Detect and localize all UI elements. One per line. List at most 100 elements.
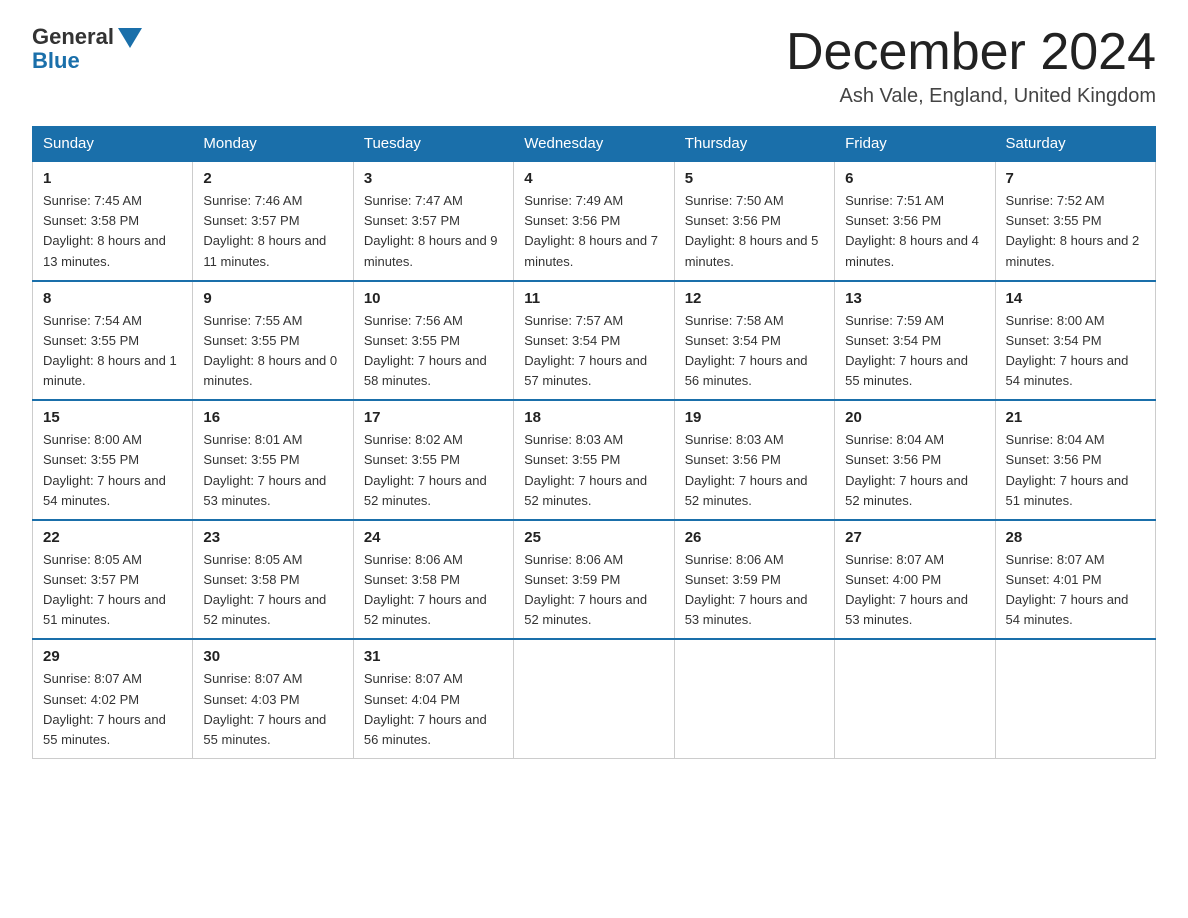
day-info: Sunrise: 8:04 AM Sunset: 3:56 PM Dayligh… [845, 430, 984, 511]
month-title: December 2024 [786, 24, 1156, 81]
sunrise-label: Sunrise: 8:07 AM [845, 552, 944, 567]
sunset-label: Sunset: 3:55 PM [364, 333, 460, 348]
calendar-day-cell: 23 Sunrise: 8:05 AM Sunset: 3:58 PM Dayl… [193, 520, 353, 640]
logo-general-text: General [32, 24, 114, 50]
sunrise-label: Sunrise: 8:00 AM [1006, 313, 1105, 328]
sunrise-label: Sunrise: 8:03 AM [685, 432, 784, 447]
calendar-day-cell: 17 Sunrise: 8:02 AM Sunset: 3:55 PM Dayl… [353, 400, 513, 520]
sunset-label: Sunset: 3:59 PM [685, 572, 781, 587]
daylight-label: Daylight: 7 hours and 52 minutes. [364, 592, 487, 627]
sunset-label: Sunset: 3:54 PM [845, 333, 941, 348]
daylight-label: Daylight: 8 hours and 0 minutes. [203, 353, 337, 388]
day-info: Sunrise: 7:59 AM Sunset: 3:54 PM Dayligh… [845, 311, 984, 392]
sunset-label: Sunset: 3:57 PM [364, 213, 460, 228]
calendar-week-row: 15 Sunrise: 8:00 AM Sunset: 3:55 PM Dayl… [33, 400, 1156, 520]
sunrise-label: Sunrise: 8:06 AM [364, 552, 463, 567]
sunset-label: Sunset: 3:58 PM [43, 213, 139, 228]
header-saturday: Saturday [995, 127, 1155, 162]
day-number: 26 [685, 529, 824, 546]
day-number: 6 [845, 170, 984, 187]
location-title: Ash Vale, England, United Kingdom [786, 85, 1156, 108]
daylight-label: Daylight: 7 hours and 53 minutes. [685, 592, 808, 627]
daylight-label: Daylight: 7 hours and 54 minutes. [43, 473, 166, 508]
calendar-day-cell: 12 Sunrise: 7:58 AM Sunset: 3:54 PM Dayl… [674, 281, 834, 401]
calendar-day-cell: 13 Sunrise: 7:59 AM Sunset: 3:54 PM Dayl… [835, 281, 995, 401]
day-number: 21 [1006, 409, 1145, 426]
calendar-day-cell: 24 Sunrise: 8:06 AM Sunset: 3:58 PM Dayl… [353, 520, 513, 640]
calendar-day-cell: 25 Sunrise: 8:06 AM Sunset: 3:59 PM Dayl… [514, 520, 674, 640]
sunrise-label: Sunrise: 8:05 AM [203, 552, 302, 567]
sunset-label: Sunset: 3:58 PM [364, 572, 460, 587]
calendar-day-cell: 9 Sunrise: 7:55 AM Sunset: 3:55 PM Dayli… [193, 281, 353, 401]
calendar-day-cell: 7 Sunrise: 7:52 AM Sunset: 3:55 PM Dayli… [995, 161, 1155, 281]
daylight-label: Daylight: 7 hours and 51 minutes. [1006, 473, 1129, 508]
day-info: Sunrise: 8:07 AM Sunset: 4:01 PM Dayligh… [1006, 550, 1145, 631]
calendar-day-cell: 5 Sunrise: 7:50 AM Sunset: 3:56 PM Dayli… [674, 161, 834, 281]
daylight-label: Daylight: 7 hours and 56 minutes. [685, 353, 808, 388]
day-number: 10 [364, 290, 503, 307]
day-number: 31 [364, 648, 503, 665]
calendar-day-cell [674, 639, 834, 758]
daylight-label: Daylight: 7 hours and 52 minutes. [364, 473, 487, 508]
daylight-label: Daylight: 7 hours and 55 minutes. [43, 712, 166, 747]
sunset-label: Sunset: 3:56 PM [1006, 452, 1102, 467]
sunset-label: Sunset: 3:55 PM [524, 452, 620, 467]
sunrise-label: Sunrise: 8:00 AM [43, 432, 142, 447]
calendar-day-cell: 4 Sunrise: 7:49 AM Sunset: 3:56 PM Dayli… [514, 161, 674, 281]
day-number: 9 [203, 290, 342, 307]
calendar-day-cell: 10 Sunrise: 7:56 AM Sunset: 3:55 PM Dayl… [353, 281, 513, 401]
sunset-label: Sunset: 3:55 PM [364, 452, 460, 467]
day-info: Sunrise: 7:57 AM Sunset: 3:54 PM Dayligh… [524, 311, 663, 392]
calendar-week-row: 22 Sunrise: 8:05 AM Sunset: 3:57 PM Dayl… [33, 520, 1156, 640]
day-info: Sunrise: 7:55 AM Sunset: 3:55 PM Dayligh… [203, 311, 342, 392]
day-number: 23 [203, 529, 342, 546]
sunrise-label: Sunrise: 8:06 AM [685, 552, 784, 567]
calendar-week-row: 1 Sunrise: 7:45 AM Sunset: 3:58 PM Dayli… [33, 161, 1156, 281]
day-info: Sunrise: 8:03 AM Sunset: 3:56 PM Dayligh… [685, 430, 824, 511]
sunset-label: Sunset: 3:57 PM [203, 213, 299, 228]
daylight-label: Daylight: 7 hours and 53 minutes. [203, 473, 326, 508]
daylight-label: Daylight: 7 hours and 52 minutes. [845, 473, 968, 508]
day-info: Sunrise: 8:01 AM Sunset: 3:55 PM Dayligh… [203, 430, 342, 511]
day-info: Sunrise: 7:56 AM Sunset: 3:55 PM Dayligh… [364, 311, 503, 392]
day-info: Sunrise: 8:02 AM Sunset: 3:55 PM Dayligh… [364, 430, 503, 511]
day-info: Sunrise: 7:49 AM Sunset: 3:56 PM Dayligh… [524, 191, 663, 272]
daylight-label: Daylight: 7 hours and 51 minutes. [43, 592, 166, 627]
calendar-day-cell [514, 639, 674, 758]
day-number: 5 [685, 170, 824, 187]
sunset-label: Sunset: 3:59 PM [524, 572, 620, 587]
header-thursday: Thursday [674, 127, 834, 162]
page-header: General Blue December 2024 Ash Vale, Eng… [32, 24, 1156, 108]
day-info: Sunrise: 7:46 AM Sunset: 3:57 PM Dayligh… [203, 191, 342, 272]
day-number: 3 [364, 170, 503, 187]
sunrise-label: Sunrise: 7:59 AM [845, 313, 944, 328]
sunrise-label: Sunrise: 8:07 AM [43, 671, 142, 686]
day-info: Sunrise: 8:05 AM Sunset: 3:58 PM Dayligh… [203, 550, 342, 631]
calendar-day-cell: 8 Sunrise: 7:54 AM Sunset: 3:55 PM Dayli… [33, 281, 193, 401]
sunset-label: Sunset: 3:58 PM [203, 572, 299, 587]
day-number: 28 [1006, 529, 1145, 546]
calendar-day-cell [995, 639, 1155, 758]
day-info: Sunrise: 8:07 AM Sunset: 4:03 PM Dayligh… [203, 669, 342, 750]
calendar-day-cell: 19 Sunrise: 8:03 AM Sunset: 3:56 PM Dayl… [674, 400, 834, 520]
daylight-label: Daylight: 7 hours and 54 minutes. [1006, 592, 1129, 627]
daylight-label: Daylight: 7 hours and 53 minutes. [845, 592, 968, 627]
daylight-label: Daylight: 7 hours and 52 minutes. [524, 473, 647, 508]
daylight-label: Daylight: 8 hours and 13 minutes. [43, 233, 166, 268]
sunset-label: Sunset: 3:57 PM [43, 572, 139, 587]
daylight-label: Daylight: 8 hours and 5 minutes. [685, 233, 819, 268]
day-number: 24 [364, 529, 503, 546]
calendar-day-cell: 22 Sunrise: 8:05 AM Sunset: 3:57 PM Dayl… [33, 520, 193, 640]
daylight-label: Daylight: 7 hours and 56 minutes. [364, 712, 487, 747]
calendar-day-cell: 28 Sunrise: 8:07 AM Sunset: 4:01 PM Dayl… [995, 520, 1155, 640]
sunrise-label: Sunrise: 7:49 AM [524, 193, 623, 208]
sunrise-label: Sunrise: 7:52 AM [1006, 193, 1105, 208]
daylight-label: Daylight: 7 hours and 55 minutes. [845, 353, 968, 388]
sunset-label: Sunset: 3:54 PM [524, 333, 620, 348]
day-number: 25 [524, 529, 663, 546]
day-info: Sunrise: 8:03 AM Sunset: 3:55 PM Dayligh… [524, 430, 663, 511]
calendar-day-cell: 26 Sunrise: 8:06 AM Sunset: 3:59 PM Dayl… [674, 520, 834, 640]
calendar-day-cell: 29 Sunrise: 8:07 AM Sunset: 4:02 PM Dayl… [33, 639, 193, 758]
day-number: 27 [845, 529, 984, 546]
day-info: Sunrise: 8:07 AM Sunset: 4:04 PM Dayligh… [364, 669, 503, 750]
